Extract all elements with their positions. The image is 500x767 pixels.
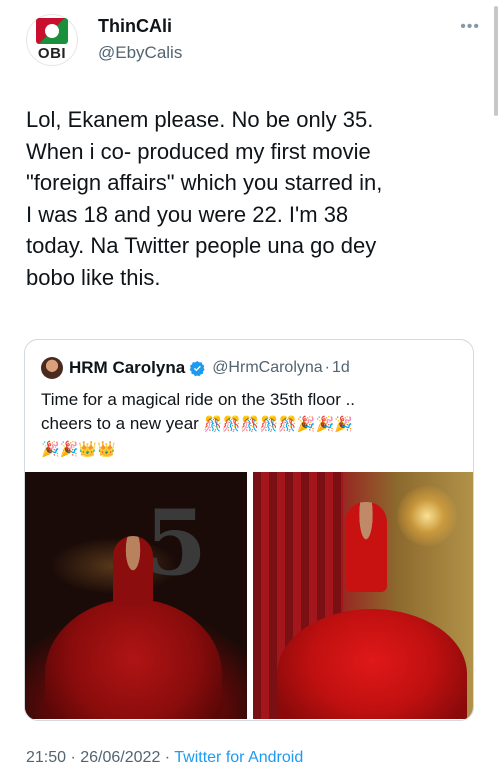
tweet-source-link[interactable]: Twitter for Android [174, 749, 303, 766]
more-horizontal-icon[interactable]: ••• [460, 18, 480, 36]
quoted-photo-2[interactable] [253, 472, 473, 719]
quoted-tweet-header: HRM Carolyna @HrmCarolyna · 1d [41, 356, 350, 380]
chandelier-image [397, 486, 457, 546]
tweet-timestamp[interactable]: 21:50 · 26/06/2022 · [26, 749, 174, 766]
quoted-text: Time for a magical ride on the 35th floo… [41, 388, 456, 462]
quoted-display-name[interactable]: HRM Carolyna [69, 358, 185, 378]
scrollbar[interactable] [494, 6, 498, 116]
balloon-numeral-image: 5 [144, 490, 207, 596]
quoted-tweet[interactable]: HRM Carolyna @HrmCarolyna · 1d Time for … [24, 339, 474, 721]
tweet-text: Lol, Ekanem please. No be only 35. When … [26, 107, 383, 290]
author-handle[interactable]: @EbyCalis [98, 43, 182, 63]
quoted-separator: · [324, 359, 330, 376]
person-image [113, 536, 153, 606]
tweet-meta: 21:50 · 26/06/2022 · Twitter for Android [26, 749, 303, 767]
tweet-header: OBI ThinCAli @EbyCalis ••• [26, 14, 480, 70]
quoted-photo-1[interactable]: 5 [25, 472, 247, 719]
author-display-name[interactable]: ThinCAli [98, 16, 182, 37]
red-gown-image [45, 599, 222, 719]
party-flag-icon [36, 18, 68, 44]
verified-badge-icon [189, 360, 205, 376]
quoted-handle[interactable]: @HrmCarolyna [212, 359, 322, 377]
person-image [345, 502, 387, 592]
avatar-badge-text: OBI [37, 45, 67, 62]
quoted-avatar[interactable] [41, 357, 63, 379]
author-names: ThinCAli @EbyCalis [98, 16, 182, 63]
avatar[interactable]: OBI [26, 14, 78, 66]
quoted-time[interactable]: 1d [332, 359, 350, 377]
